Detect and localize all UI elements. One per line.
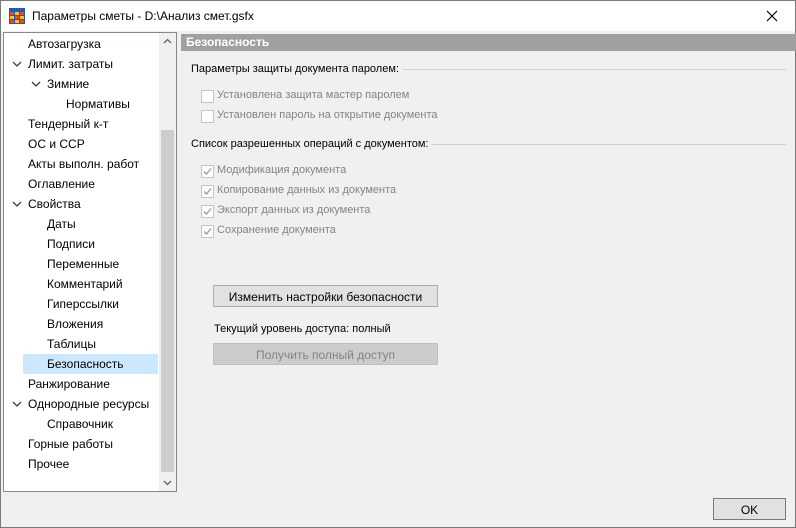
tree-item-label: Безопасность bbox=[47, 354, 128, 374]
tree-item-label: Вложения bbox=[47, 317, 104, 331]
tree-item[interactable]: Оглавление bbox=[4, 174, 158, 194]
checkbox-label: Экспорт данных из документа bbox=[217, 204, 371, 216]
checkbox-label: Сохранение документа bbox=[217, 224, 336, 236]
export-checkbox[interactable] bbox=[201, 205, 214, 218]
close-icon bbox=[766, 10, 778, 22]
tree-item[interactable]: Подписи bbox=[4, 234, 158, 254]
scroll-thumb[interactable] bbox=[161, 130, 174, 472]
tree-item[interactable]: Вложения bbox=[4, 314, 158, 334]
tree-item-label: Даты bbox=[47, 217, 76, 231]
tree-item-label: Оглавление bbox=[28, 177, 95, 191]
tree-item-label: Комментарий bbox=[47, 277, 123, 291]
scroll-up-arrow[interactable] bbox=[159, 33, 176, 50]
tree-item-label: Тендерный к-т bbox=[28, 117, 109, 131]
tree-item-label: Горные работы bbox=[28, 437, 114, 451]
tree-item-label: Свойства bbox=[28, 197, 81, 211]
chevron-down-icon[interactable] bbox=[12, 200, 22, 208]
save-checkbox[interactable] bbox=[201, 225, 214, 238]
tree-item-label: Нормативы bbox=[66, 97, 130, 111]
tree-item-label: Акты выполн. работ bbox=[28, 157, 140, 171]
checkmark-icon bbox=[203, 208, 212, 215]
tree-item-label: Автозагрузка bbox=[28, 37, 101, 51]
checkbox-label: Копирование данных из документа bbox=[217, 184, 397, 196]
tree-item-label: Гиперссылки bbox=[47, 297, 119, 311]
checkmark-icon bbox=[203, 188, 212, 195]
close-button[interactable] bbox=[749, 1, 795, 31]
tree-item-label: Переменные bbox=[47, 257, 120, 271]
ok-button[interactable]: OK bbox=[713, 498, 786, 520]
tree-item[interactable]: Справочник bbox=[4, 414, 158, 434]
master-password-checkbox[interactable] bbox=[201, 90, 214, 103]
group-divider bbox=[431, 144, 786, 145]
tree-item-label: Справочник bbox=[47, 417, 113, 431]
tree-item[interactable]: Автозагрузка bbox=[4, 34, 158, 54]
tree-item[interactable]: Нормативы bbox=[4, 94, 158, 114]
tree-item[interactable]: Акты выполн. работ bbox=[4, 154, 158, 174]
checkbox-label: Установлен пароль на открытие документа bbox=[217, 109, 438, 121]
checkbox-label: Установлена защита мастер паролем bbox=[217, 89, 410, 101]
copy-checkbox[interactable] bbox=[201, 185, 214, 198]
tree-item-label: ОС и ССР bbox=[28, 137, 85, 151]
tree-item[interactable]: Прочее bbox=[4, 454, 158, 474]
tree-item[interactable]: Однородные ресурсы bbox=[4, 394, 158, 414]
tree-item-label: Подписи bbox=[47, 237, 95, 251]
operations-group-title: Список разрешенных операций с документом… bbox=[191, 138, 429, 150]
tree-scrollbar[interactable] bbox=[159, 33, 176, 491]
tree-item[interactable]: Ранжирование bbox=[4, 374, 158, 394]
access-level-status: Текущий уровень доступа: полный bbox=[214, 323, 391, 335]
chevron-down-icon[interactable] bbox=[31, 80, 41, 88]
change-security-settings-button[interactable]: Изменить настройки безопасности bbox=[213, 285, 438, 307]
tree-item[interactable]: Переменные bbox=[4, 254, 158, 274]
tree-item[interactable]: Даты bbox=[4, 214, 158, 234]
panel-splitter[interactable] bbox=[177, 32, 180, 490]
password-group-title: Параметры защиты документа паролем: bbox=[191, 63, 399, 75]
checkmark-icon bbox=[203, 228, 212, 235]
tree-item[interactable]: Свойства bbox=[4, 194, 158, 214]
tree-item[interactable]: ОС и ССР bbox=[4, 134, 158, 154]
modify-checkbox[interactable] bbox=[201, 165, 214, 178]
scroll-down-arrow[interactable] bbox=[159, 474, 176, 491]
settings-tree[interactable]: Автозагрузка Лимит. затраты Зимние Норматив… bbox=[3, 32, 177, 492]
tree-item[interactable]: Гиперссылки bbox=[4, 294, 158, 314]
tree-item-label: Лимит. затраты bbox=[28, 57, 113, 71]
tree-item-label: Таблицы bbox=[47, 337, 97, 351]
tree-item[interactable]: Комментарий bbox=[4, 274, 158, 294]
tree-item-label: Прочее bbox=[28, 457, 70, 471]
title-bar: Параметры сметы - D:\Анализ смет.gsfx bbox=[1, 1, 795, 31]
open-password-checkbox[interactable] bbox=[201, 110, 214, 123]
section-header-label: Безопасность bbox=[186, 35, 270, 49]
tree-item[interactable]: Горные работы bbox=[4, 434, 158, 454]
group-divider bbox=[402, 69, 786, 70]
tree-item-label: Ранжирование bbox=[28, 377, 110, 391]
chevron-down-icon[interactable] bbox=[12, 60, 22, 68]
checkbox-label: Модификация документа bbox=[217, 164, 347, 176]
tree-item[interactable]: Безопасность bbox=[4, 354, 158, 374]
section-header: Безопасность bbox=[181, 34, 796, 51]
tree-item-label: Однородные ресурсы bbox=[28, 397, 150, 411]
tree-item[interactable]: Таблицы bbox=[4, 334, 158, 354]
checkmark-icon bbox=[203, 168, 212, 175]
tree-item[interactable]: Тендерный к-т bbox=[4, 114, 158, 134]
dialog-footer: OK bbox=[1, 492, 795, 527]
tree-item[interactable]: Лимит. затраты bbox=[4, 54, 158, 74]
dialog-window: Параметры сметы - D:\Анализ смет.gsfx Ав… bbox=[0, 0, 796, 528]
chevron-down-icon[interactable] bbox=[12, 400, 22, 408]
window-title: Параметры сметы - D:\Анализ смет.gsfx bbox=[32, 9, 254, 23]
tree-item-label: Зимние bbox=[47, 77, 90, 91]
tree-item[interactable]: Зимние bbox=[4, 74, 158, 94]
grid-app-icon bbox=[9, 8, 25, 24]
get-full-access-button[interactable]: Получить полный доступ bbox=[213, 343, 438, 365]
